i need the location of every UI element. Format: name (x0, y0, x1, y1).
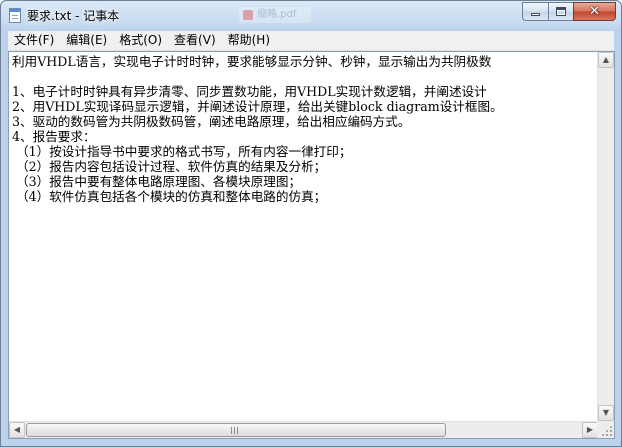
pdf-file-icon (243, 10, 253, 20)
document-text-area[interactable]: 利用VHDL语言，实现电子计时时钟，要求能够显示分钟、秒钟，显示输出为共阴极数 … (9, 52, 598, 421)
background-window-title: 缩略.pdf (257, 9, 297, 20)
thumb-grip-icon (231, 427, 240, 434)
notepad-app-icon[interactable] (9, 8, 21, 23)
window-title: 要求.txt - 记事本 (27, 9, 120, 23)
text-editor: 利用VHDL语言，实现电子计时时钟，要求能够显示分钟、秒钟，显示输出为共阴极数 … (8, 51, 615, 439)
close-icon: ✕ (589, 4, 600, 19)
menu-help[interactable]: 帮助(H) (222, 31, 276, 50)
resize-grip-icon[interactable] (601, 425, 612, 436)
icon-line (12, 18, 18, 19)
menu-view[interactable]: 查看(V) (168, 31, 222, 50)
vertical-scrollbar[interactable]: ▲ ▼ (597, 52, 614, 421)
minimize-button[interactable] (522, 2, 548, 21)
document-line: （4）软件仿真包括各个模块的仿真和整体电路的仿真； (12, 189, 327, 204)
chevron-up-icon: ▲ (602, 55, 610, 64)
document-line: 1、电子计时时钟具有异步清零、同步置数功能，用VHDL实现计数逻辑，并阐述设计 (12, 84, 487, 99)
close-button[interactable]: ✕ (573, 2, 616, 21)
scroll-left-button[interactable]: ◀ (9, 422, 25, 438)
document-line: （2）报告内容包括设计过程、软件仿真的结果及分析； (12, 159, 327, 174)
horizontal-scrollbar[interactable]: ◀ ▶ (9, 421, 598, 438)
maximize-button[interactable] (548, 2, 573, 21)
notepad-window: 要求.txt - 记事本 缩略.pdf ✕ 文件(F) 编辑(E) 格式(O) … (0, 0, 622, 447)
chevron-right-icon: ▶ (586, 425, 594, 434)
scroll-right-button[interactable]: ▶ (582, 422, 598, 438)
icon-line (12, 15, 18, 16)
horizontal-scroll-thumb[interactable] (26, 423, 446, 437)
scroll-up-button[interactable]: ▲ (598, 52, 614, 68)
menu-format[interactable]: 格式(O) (113, 31, 168, 50)
document-line: 2、用VHDL实现译码显示逻辑，并阐述设计原理，给出关键block diagra… (12, 99, 503, 114)
document-line: （3）报告中要有整体电路原理图、各模块原理图； (12, 174, 302, 189)
document-line: 3、驱动的数码管为共阴极数码管，阐述电路原理，给出相应编码方式。 (12, 114, 411, 129)
title-bar[interactable]: 要求.txt - 记事本 缩略.pdf ✕ (1, 1, 621, 30)
scrollbar-corner (597, 421, 614, 438)
menu-edit[interactable]: 编辑(E) (60, 31, 113, 50)
background-window-tab: 缩略.pdf (239, 7, 311, 23)
document-line: 利用VHDL语言，实现电子计时时钟，要求能够显示分钟、秒钟，显示输出为共阴极数 (12, 54, 492, 69)
scroll-down-button[interactable]: ▼ (598, 405, 614, 421)
caption-buttons: ✕ (522, 2, 616, 21)
chevron-down-icon: ▼ (602, 408, 610, 417)
document-line: 4、报告要求： (12, 129, 96, 144)
menu-file[interactable]: 文件(F) (8, 31, 60, 50)
menu-bar: 文件(F) 编辑(E) 格式(O) 查看(V) 帮助(H) (8, 31, 614, 51)
chevron-left-icon: ◀ (13, 425, 21, 434)
document-line: （1）按设计指导书中要求的格式书写，所有内容一律打印； (12, 144, 352, 159)
